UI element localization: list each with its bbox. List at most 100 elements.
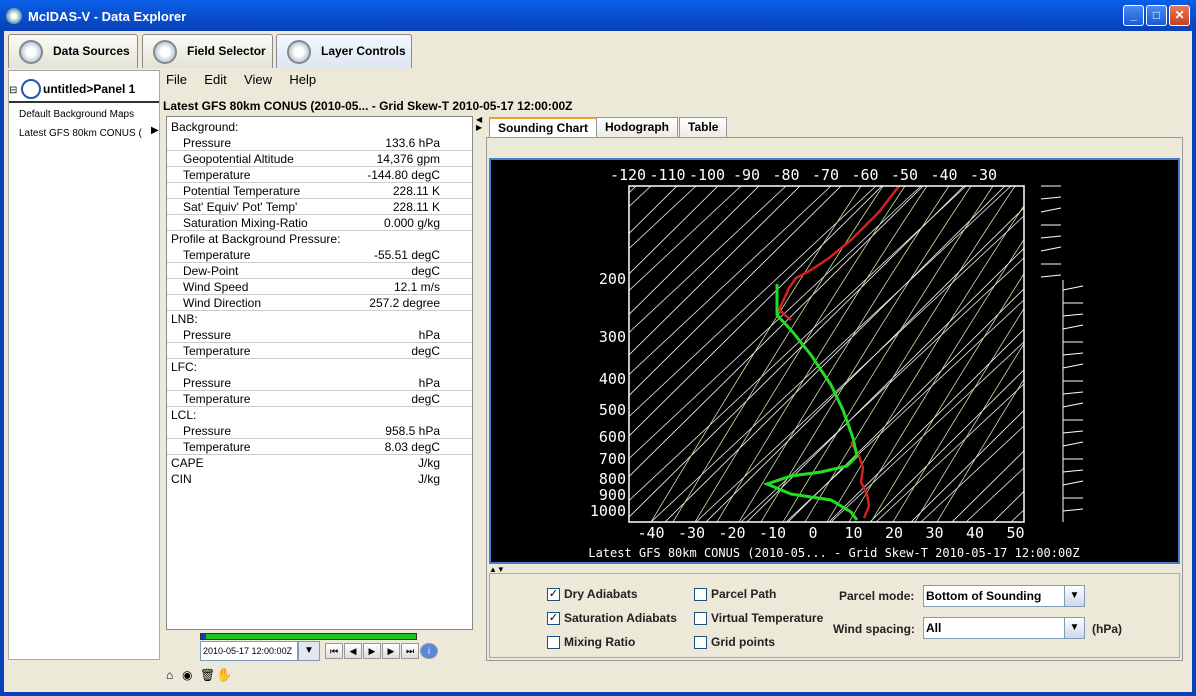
isotherm-line: [629, 186, 965, 518]
readout-label: Temperature: [183, 440, 251, 454]
wind-spacing-select[interactable]: All ▼: [923, 617, 1085, 639]
tab-data-sources[interactable]: Data Sources: [8, 34, 138, 68]
wind-barb: [1040, 235, 1062, 239]
menu-file[interactable]: File: [166, 72, 187, 87]
skewt-chart[interactable]: -120 -110 -100 -90 -80 -70 -60 -50 -40 -30 -40 -30-…: [489, 158, 1180, 564]
collapse-icon[interactable]: ⊟: [9, 85, 17, 96]
bottom-tick-label: -10: [759, 524, 786, 542]
tree-item-gfs[interactable]: Latest GFS 80km CONUS (: [19, 128, 142, 139]
chevron-down-icon[interactable]: ▼: [1064, 586, 1084, 606]
readout-label: Pressure: [183, 328, 232, 342]
isotherm-line: [992, 490, 1024, 522]
dry-adiabat-line: [695, 215, 1024, 522]
grid-points-checkbox[interactable]: [694, 636, 707, 649]
wind-barb: [1062, 480, 1084, 486]
parcel-mode-value: Bottom of Sounding: [926, 589, 1042, 603]
play-icon[interactable]: ▶: [363, 643, 381, 659]
tab-table[interactable]: Table: [679, 117, 728, 137]
readout-value: 12.1 m/s: [393, 280, 440, 294]
expand-arrow-icon[interactable]: ▶: [151, 125, 159, 136]
menu-edit[interactable]: Edit: [204, 72, 226, 87]
readout-value: degC: [411, 264, 440, 278]
readout-row: Dew-Point degC: [167, 263, 472, 279]
readout-value: -144.80 degC: [367, 168, 440, 182]
saturation-adiabats-checkbox[interactable]: ✓: [547, 612, 560, 625]
forward-end-icon[interactable]: ⏭: [401, 643, 419, 659]
isotherm-line: [828, 328, 1024, 522]
wind-barb: [1040, 207, 1062, 213]
parcel-path-checkbox[interactable]: [694, 588, 707, 601]
title-bar: McIDAS-V - Data Explorer _ □ ✕: [0, 0, 1196, 31]
globe-icon[interactable]: ◉: [182, 668, 192, 682]
readout-row: Pressure hPa: [167, 375, 472, 391]
trash-icon[interactable]: 🗑: [200, 668, 215, 682]
tab-field-selector[interactable]: Field Selector: [142, 34, 273, 68]
tab-hodograph[interactable]: Hodograph: [596, 117, 678, 137]
maximize-button[interactable]: □: [1146, 5, 1167, 26]
wind-barb: [1062, 430, 1084, 434]
readout-row: Potential Temperature 228.11 K: [167, 183, 472, 199]
bottom-tick-label: 40: [966, 524, 984, 542]
readout-value: 133.6 hPa: [385, 136, 440, 150]
dry-adiabat-line: [629, 186, 832, 376]
top-tick-label: -100: [689, 166, 725, 184]
wind-barb: [1062, 508, 1084, 512]
readout-row: Pressure hPa: [167, 327, 472, 343]
time-progress-bar[interactable]: [200, 633, 417, 640]
wind-barb: [1062, 402, 1084, 408]
readout-row: CIN J/kg: [167, 471, 472, 487]
wind-barb: [1062, 285, 1084, 291]
dry-adiabats-checkbox[interactable]: ✓: [547, 588, 560, 601]
readout-label: Temperature: [183, 168, 251, 182]
readout-label: Wind Speed: [183, 280, 249, 294]
field-selector-icon: [153, 40, 177, 64]
menu-help[interactable]: Help: [289, 72, 316, 87]
step-back-icon[interactable]: ◀: [344, 643, 362, 659]
readout-row: Background:: [167, 119, 472, 135]
dry-adiabats-label: Dry Adiabats: [564, 587, 638, 601]
chevron-down-icon[interactable]: ▼: [298, 641, 320, 661]
tab-sounding-chart[interactable]: Sounding Chart: [489, 117, 597, 137]
readout-row: Pressure 133.6 hPa: [167, 135, 472, 151]
hand-icon[interactable]: ✋: [216, 667, 232, 683]
readout-label: Potential Temperature: [183, 184, 301, 198]
readout-value: J/kg: [417, 472, 440, 486]
readout-row: Pressure 958.5 hPa: [167, 423, 472, 439]
readout-value: 0.000 g/kg: [383, 216, 440, 230]
readout-label: Temperature: [183, 392, 251, 406]
home-icon[interactable]: ⌂: [166, 668, 173, 682]
minimize-button[interactable]: _: [1123, 5, 1144, 26]
isotherm-line: [491, 186, 554, 522]
close-button[interactable]: ✕: [1169, 5, 1190, 26]
readout-value: 8.03 degC: [384, 440, 440, 454]
dry-adiabat-line: [491, 186, 561, 522]
readout-value: 257.2 degree: [369, 296, 440, 310]
rewind-start-icon[interactable]: ⏮: [325, 643, 343, 659]
tab-layer-controls[interactable]: Layer Controls: [276, 34, 412, 68]
tree-item-background-maps[interactable]: Default Background Maps: [19, 109, 134, 120]
info-icon[interactable]: i: [420, 643, 438, 659]
pressure-tick-label: 600: [599, 428, 626, 446]
virtual-temperature-checkbox[interactable]: [694, 612, 707, 625]
step-forward-icon[interactable]: ▶: [382, 643, 400, 659]
menu-view[interactable]: View: [244, 72, 272, 87]
dry-adiabat-line: [785, 299, 1024, 522]
split-divider[interactable]: ◀ ▶: [476, 116, 484, 660]
bottom-tick-label: 30: [925, 524, 943, 542]
readout-row: Wind Direction 257.2 degree: [167, 295, 472, 311]
top-tick-label: -70: [812, 166, 839, 184]
sat-adiabat-curve: [826, 204, 1024, 522]
time-select[interactable]: 2010-05-17 12:00:00Z: [200, 641, 298, 661]
readout-value: -55.51 degC: [373, 248, 440, 262]
parcel-mode-select[interactable]: Bottom of Sounding ▼: [923, 585, 1085, 607]
tree-root-label[interactable]: untitled>Panel 1: [43, 82, 135, 96]
dry-adiabat-line: [1101, 186, 1178, 522]
mixing-ratio-checkbox[interactable]: [547, 636, 560, 649]
chevron-down-icon[interactable]: ▼: [1064, 618, 1084, 638]
pressure-tick-label: 300: [599, 328, 626, 346]
isotherm-line: [491, 186, 595, 522]
sat-adiabat-curve: [694, 186, 906, 522]
readout-label: Temperature: [183, 344, 251, 358]
window-title: McIDAS-V - Data Explorer: [28, 9, 187, 24]
sat-adiabat-curve: [760, 186, 972, 522]
